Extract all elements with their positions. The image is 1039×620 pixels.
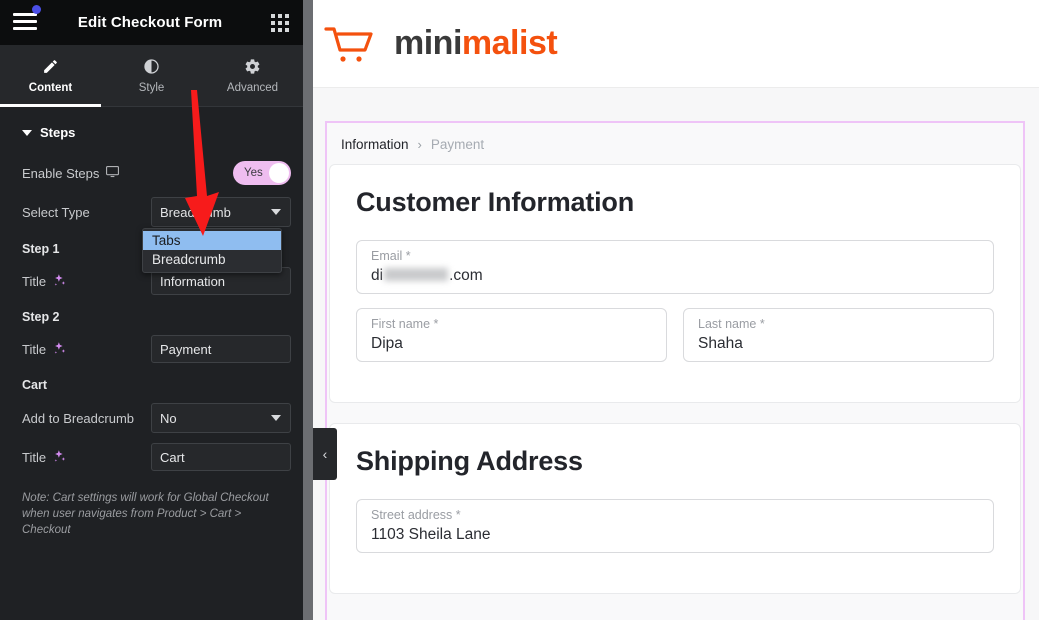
section-steps-label: Steps xyxy=(40,125,76,140)
checkout-page: Information › Payment Customer Informati… xyxy=(313,88,1039,620)
chevron-down-icon xyxy=(271,209,281,215)
cart-title-ctrl xyxy=(142,443,291,471)
tab-advanced[interactable]: Advanced xyxy=(202,45,303,106)
panel-collapse-handle[interactable]: ‹ xyxy=(313,428,337,480)
shipping-address-heading: Shipping Address xyxy=(356,446,583,476)
option-breadcrumb[interactable]: Breadcrumb xyxy=(143,250,281,269)
first-name-field-label: First name * xyxy=(371,317,439,331)
row-cart-title: Title xyxy=(12,438,291,476)
tab-advanced-label: Advanced xyxy=(226,81,279,94)
redacted-block xyxy=(384,268,449,281)
card-divider xyxy=(327,403,1023,423)
name-fields-row: First name * Dipa Last name * Shaha xyxy=(356,308,994,376)
cart-title-input[interactable] xyxy=(151,443,291,471)
preview-area: minimalist Information › Payment Custome… xyxy=(313,0,1039,620)
gear-icon xyxy=(244,58,261,75)
customer-information-heading: Customer Information xyxy=(356,187,635,217)
row-step2-title: Title xyxy=(12,330,291,368)
site-header: minimalist xyxy=(313,0,1039,88)
select-type-options-list: Tabs Breadcrumb xyxy=(142,228,282,273)
tab-content[interactable]: Content xyxy=(0,45,101,107)
panel-header: Edit Checkout Form xyxy=(0,0,303,45)
brand-text-accent: malist xyxy=(461,24,558,62)
editor-panel: Edit Checkout Form Content Style Advance… xyxy=(0,0,303,620)
apps-grid-icon[interactable] xyxy=(271,13,289,32)
email-field-value: di .com xyxy=(371,264,979,288)
sparkle-icon[interactable] xyxy=(52,273,67,290)
desktop-icon[interactable] xyxy=(105,164,120,182)
sparkle-icon[interactable] xyxy=(52,449,67,466)
add-to-breadcrumb-label: Add to Breadcrumb xyxy=(22,410,135,426)
tab-style-label: Style xyxy=(138,81,165,94)
contrast-icon xyxy=(143,58,160,75)
select-type-ctrl: Breadcrumb Tabs Breadcrumb xyxy=(142,197,291,273)
breadcrumb-step-information[interactable]: Information xyxy=(341,137,409,152)
cart-title-label-wrap: Title xyxy=(12,449,142,466)
brand-text-dark: mini xyxy=(394,24,462,62)
step1-title-label: Title xyxy=(22,273,47,289)
cart-title-label: Title xyxy=(22,449,47,465)
tab-content-label: Content xyxy=(28,81,73,94)
section-steps[interactable]: Steps xyxy=(12,107,291,154)
panel-body: Steps Enable Steps Yes Select Type Bread… xyxy=(0,107,303,538)
first-name-field[interactable]: First name * Dipa xyxy=(356,308,667,362)
chevron-down-icon xyxy=(271,415,281,421)
customer-information-card: Customer Information Email * di .com Firs… xyxy=(329,164,1021,403)
last-name-field-value: Shaha xyxy=(698,335,743,352)
enable-steps-label: Enable Steps xyxy=(22,165,100,181)
panel-title: Edit Checkout Form xyxy=(77,14,223,31)
chevron-right-icon: › xyxy=(417,137,422,152)
street-address-field-label: Street address * xyxy=(371,508,461,522)
email-field-label: Email * xyxy=(371,249,411,263)
street-address-field[interactable]: Street address * 1103 Sheila Lane xyxy=(356,499,994,553)
cart-heading: Cart xyxy=(22,378,48,392)
row-select-type: Select Type Breadcrumb Tabs Breadcrumb xyxy=(12,192,291,273)
panel-scrollbar-thumb[interactable] xyxy=(303,0,313,620)
panel-scrollbar[interactable] xyxy=(303,0,313,620)
hamburger-icon[interactable] xyxy=(13,4,41,33)
select-type-value: Breadcrumb xyxy=(160,204,231,220)
pencil-icon xyxy=(42,58,59,75)
tab-style[interactable]: Style xyxy=(101,45,202,106)
email-value-suffix: .com xyxy=(449,267,483,284)
selected-widget-outline: Information › Payment Customer Informati… xyxy=(325,121,1025,620)
step2-title-input[interactable] xyxy=(151,335,291,363)
add-to-breadcrumb-ctrl: No xyxy=(142,403,291,433)
screen-root: Edit Checkout Form Content Style Advance… xyxy=(0,0,1039,620)
notification-dot-icon xyxy=(32,4,41,14)
step2-title-label: Title xyxy=(22,341,47,357)
step2-title-ctrl xyxy=(142,335,291,363)
add-to-breadcrumb-dropdown[interactable]: No xyxy=(151,403,291,433)
toggle-knob xyxy=(269,163,289,183)
step2-title-label-wrap: Title xyxy=(12,341,142,358)
row-add-to-breadcrumb: Add to Breadcrumb No xyxy=(12,398,291,438)
street-address-field-value: 1103 Sheila Lane xyxy=(371,526,491,543)
email-field[interactable]: Email * di .com xyxy=(356,240,994,294)
enable-steps-label-wrap: Enable Steps xyxy=(12,164,142,182)
email-value-prefix: di xyxy=(371,267,384,284)
last-name-field-label: Last name * xyxy=(698,317,765,331)
row-enable-steps: Enable Steps Yes xyxy=(12,154,291,192)
shopping-cart-icon xyxy=(322,21,380,67)
enable-steps-toggle-label: Yes xyxy=(244,167,263,179)
panel-tabs: Content Style Advanced xyxy=(0,45,303,107)
chevron-left-icon: ‹ xyxy=(322,446,328,462)
sparkle-icon[interactable] xyxy=(52,341,67,358)
breadcrumb-step-payment[interactable]: Payment xyxy=(431,137,484,152)
breadcrumb: Information › Payment xyxy=(327,123,1023,164)
option-tabs[interactable]: Tabs xyxy=(143,231,281,250)
brand-logo-text: minimalist xyxy=(394,24,558,63)
step1-title-label-wrap: Title xyxy=(12,273,142,290)
step2-heading: Step 2 xyxy=(22,310,60,324)
chevron-down-icon xyxy=(22,129,32,136)
enable-steps-toggle[interactable]: Yes xyxy=(233,161,291,185)
cart-note: Note: Cart settings will work for Global… xyxy=(22,492,269,536)
add-to-breadcrumb-value: No xyxy=(160,410,177,426)
shipping-address-card: Shipping Address Street address * 1103 S… xyxy=(329,423,1021,594)
select-type-dropdown[interactable]: Breadcrumb xyxy=(151,197,291,227)
enable-steps-ctrl: Yes xyxy=(142,161,291,185)
first-name-field-value: Dipa xyxy=(371,335,403,352)
select-type-label: Select Type xyxy=(22,204,90,220)
last-name-field[interactable]: Last name * Shaha xyxy=(683,308,994,362)
